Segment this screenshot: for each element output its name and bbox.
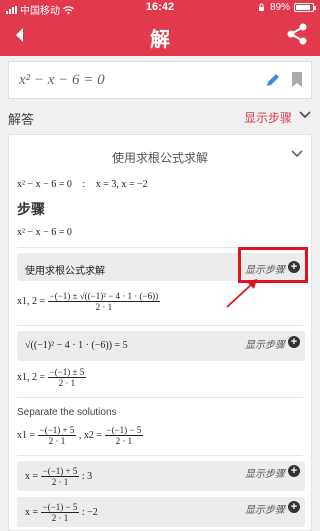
answer-label: 解答 [8,112,35,127]
x2-denominator: 2 · 1 [115,436,133,446]
step-x2-value[interactable]: x = −(−1) − 52 · 1 : −2 显示步骤 + [17,497,305,527]
step4-result: : −2 [81,506,98,518]
chevron-down-icon[interactable] [298,109,312,121]
x12-numerator: −(−1) ± 5 [47,367,87,378]
x12-line: x1, 2 = −(−1) ± 52 · 1 [17,367,87,388]
separate-heading: Separate the solutions [17,407,117,418]
step3-denominator: 2 · 1 [51,477,69,487]
sqrt-expression: √((−1)² − 4 · 1 · (−6)) = 5 [25,340,128,351]
step3-numerator: −(−1) + 5 [40,466,80,477]
battery-icon [294,3,316,12]
plus-circle-icon[interactable]: + [288,501,300,513]
step-label: 使用求根公式求解 [25,266,105,277]
step3-lhs: x = [25,470,39,482]
x12-denominator: 2 · 1 [58,378,76,388]
show-steps-button[interactable]: 显示步骤 [245,501,285,516]
formula-denominator: 2 · 1 [95,302,113,312]
x1-lhs: x1 = [17,429,36,441]
x1-numerator: −(−1) + 5 [37,425,77,436]
page-title: 解 [150,29,170,51]
step4-numerator: −(−1) − 5 [40,502,80,513]
battery-percent: 89% [269,2,290,13]
summary-row: x² − x − 6 = 0 : x = 3, x = −2 [17,179,148,190]
summary-separator: : [82,179,86,190]
x2-numerator: −(−1) − 5 [104,425,144,436]
equation-field[interactable]: x² − x − 6 = 0 [8,61,312,99]
step-sqrt[interactable]: √((−1)² − 4 · 1 · (−6)) = 5 显示步骤 + [17,331,305,361]
solutions-line: x1 = −(−1) + 52 · 1 , x2 = −(−1) − 52 · … [17,425,144,446]
bookmark-icon[interactable] [291,71,303,88]
summary-equation: x² − x − 6 = 0 [17,179,72,190]
x2-lhs: , x2 = [78,429,103,441]
plus-circle-icon[interactable]: + [288,336,300,348]
step4-denominator: 2 · 1 [51,513,69,523]
formula-line: x1, 2 = −(−1) ± √((−1)² − 4 · 1 · (−6)) 2… [17,291,161,312]
lock-rotation-icon [258,3,264,11]
share-icon[interactable] [284,21,310,47]
status-bar: 中国移动 16:42 89% [0,0,320,17]
pencil-icon[interactable] [265,72,281,88]
steps-heading: 步骤 [17,201,45,217]
answer-row: 解答 显示步骤 [0,102,320,130]
method-title: 使用求根公式求解 [111,151,208,165]
x1-denominator: 2 · 1 [48,436,66,446]
plus-circle-icon[interactable]: + [288,465,300,477]
step-x1-value[interactable]: x = −(−1) + 52 · 1 : 3 显示步骤 + [17,461,305,491]
show-steps-button[interactable]: 显示步骤 [245,465,285,480]
summary-result: x = 3, x = −2 [95,179,148,190]
x12-lhs: x1, 2 = [17,371,46,383]
step3-result: : 3 [81,470,93,482]
app-header: 中国移动 16:42 89% 解 [0,0,320,56]
show-steps-link[interactable]: 显示步骤 [244,109,292,126]
formula-numerator: −(−1) ± √((−1)² − 4 · 1 · (−6)) [47,291,161,302]
formula-lhs: x1, 2 = [17,295,46,307]
equation-text: x² − x − 6 = 0 [19,72,105,88]
show-steps-button[interactable]: 显示步骤 [245,336,285,351]
solution-card: 使用求根公式求解 x² − x − 6 = 0 : x = 3, x = −2 … [8,134,312,531]
collapse-chevron-icon[interactable] [291,149,303,159]
step4-lhs: x = [25,506,39,518]
pointer-arrow-icon [226,279,257,308]
first-equation: x² − x − 6 = 0 [17,227,72,238]
